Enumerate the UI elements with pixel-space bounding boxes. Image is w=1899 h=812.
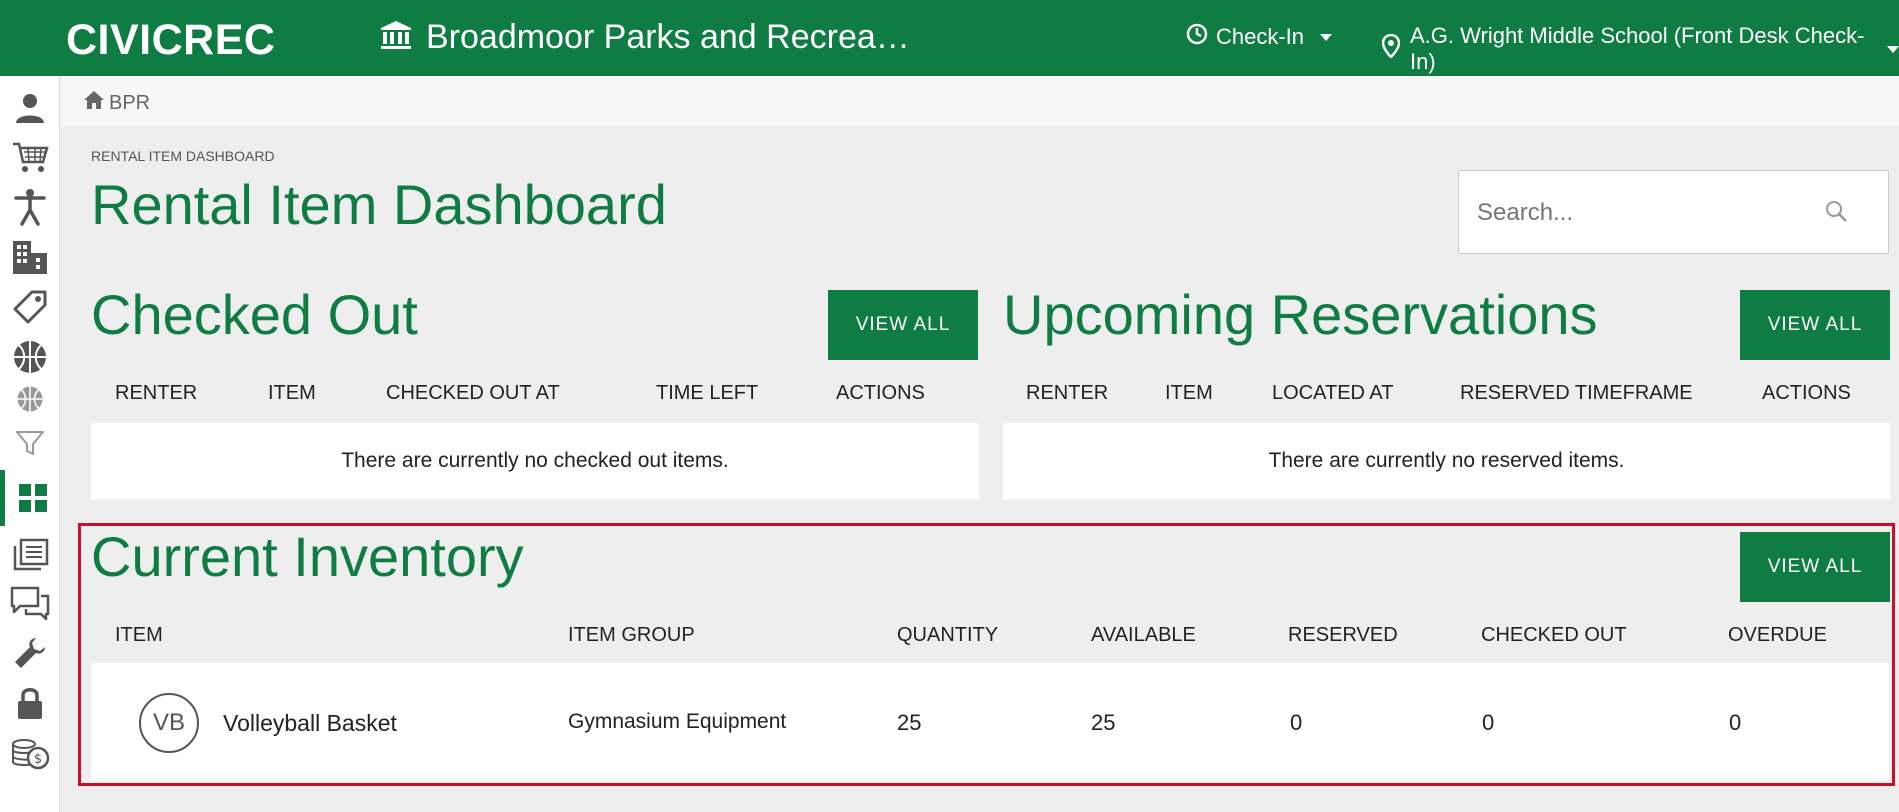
breadcrumb-bar: BPR	[61, 76, 1899, 126]
location-dropdown[interactable]: A.G. Wright Middle School (Front Desk Ch…	[1381, 23, 1899, 75]
sidebar-item-cart[interactable]	[0, 134, 60, 180]
svg-text:$: $	[34, 752, 42, 767]
column-header: ACTIONS	[1762, 382, 1851, 404]
column-header: CHECKED OUT	[1481, 624, 1627, 646]
column-header: RENTER	[115, 382, 198, 404]
column-header: ACTIONS	[836, 382, 925, 404]
sidebar-item-facilities[interactable]	[0, 234, 60, 280]
upcoming-view-all-button[interactable]: VIEW ALL	[1740, 290, 1890, 360]
checked-out-empty-message: There are currently no checked out items…	[91, 423, 979, 499]
column-header: ITEM	[1165, 382, 1213, 404]
messages-icon	[10, 586, 50, 620]
item-group: Gymnasium Equipment	[568, 710, 787, 733]
page-eyebrow: RENTAL ITEM DASHBOARD	[91, 148, 275, 164]
map-pin-icon	[1381, 33, 1401, 64]
item-available: 25	[1091, 710, 1116, 735]
sidebar-item-filter[interactable]	[0, 420, 60, 466]
checkin-dropdown[interactable]: Check-In	[1186, 23, 1333, 51]
clock-icon	[1186, 23, 1208, 51]
sidebar-item-dashboard[interactable]	[0, 470, 60, 526]
column-header: RESERVED TIMEFRAME	[1460, 382, 1693, 404]
lock-icon	[18, 688, 42, 719]
sidebar: $	[0, 76, 60, 812]
breadcrumb-label: BPR	[109, 91, 151, 114]
item-avatar: VB	[139, 693, 199, 753]
person-icon	[16, 94, 44, 123]
cart-icon	[13, 142, 49, 172]
sidebar-item-sports-secondary[interactable]	[0, 376, 60, 422]
item-quantity: 25	[897, 710, 922, 735]
brand-logo[interactable]: CIVICREC	[66, 16, 275, 65]
item-checked-out: 0	[1482, 710, 1495, 735]
item-reserved: 0	[1290, 710, 1303, 735]
column-header: AVAILABLE	[1091, 624, 1196, 646]
sidebar-item-people[interactable]	[0, 84, 60, 130]
top-bar: CIVICREC Broadmoor Parks and Recrea… Che…	[0, 0, 1899, 76]
home-icon	[83, 90, 105, 116]
column-header: ITEM GROUP	[568, 624, 695, 646]
org-name: Broadmoor Parks and Recrea…	[426, 18, 910, 56]
sidebar-item-finance[interactable]: $	[0, 730, 60, 776]
checked-out-title: Checked Out	[91, 283, 418, 346]
sidebar-item-activities[interactable]	[0, 184, 60, 230]
basketball-small-icon	[17, 386, 43, 412]
column-header: RESERVED	[1288, 624, 1398, 646]
table-row[interactable]: VB Volleyball Basket Gymnasium Equipment…	[91, 663, 1889, 781]
column-header: RENTER	[1026, 382, 1109, 404]
column-header: TIME LEFT	[656, 382, 759, 404]
column-header: LOCATED AT	[1272, 382, 1394, 404]
facilities-icon	[13, 241, 47, 274]
page-title: Rental Item Dashboard	[91, 173, 667, 236]
coins-icon: $	[12, 739, 50, 770]
chevron-down-icon	[1320, 33, 1333, 41]
search-box[interactable]	[1458, 170, 1889, 254]
chevron-down-icon	[1887, 45, 1899, 53]
inventory-view-all-button[interactable]: VIEW ALL	[1740, 532, 1890, 602]
column-header: OVERDUE	[1728, 624, 1827, 646]
breadcrumb[interactable]: BPR	[83, 90, 150, 116]
sidebar-item-settings[interactable]	[0, 630, 60, 676]
item-overdue: 0	[1729, 710, 1742, 735]
org-selector[interactable]: Broadmoor Parks and Recrea…	[380, 18, 910, 57]
upcoming-reservations-title: Upcoming Reservations	[1003, 283, 1598, 346]
column-header: ITEM	[268, 382, 316, 404]
sidebar-item-security[interactable]	[0, 680, 60, 726]
wrench-icon	[15, 638, 45, 668]
documents-icon	[13, 538, 49, 571]
sidebar-item-rentals[interactable]	[0, 284, 60, 330]
tag-icon	[13, 290, 47, 324]
checked-out-view-all-button[interactable]: VIEW ALL	[828, 290, 978, 360]
sidebar-item-messages[interactable]	[0, 580, 60, 626]
current-inventory-title: Current Inventory	[91, 525, 524, 588]
search-input[interactable]	[1477, 193, 1817, 233]
institution-icon	[380, 20, 412, 55]
sidebar-item-sports[interactable]	[0, 334, 60, 380]
activity-icon	[14, 189, 46, 226]
basketball-icon	[14, 341, 46, 373]
search-icon[interactable]	[1824, 199, 1848, 228]
upcoming-empty-message: There are currently no reserved items.	[1003, 423, 1890, 499]
column-header: ITEM	[115, 624, 163, 646]
filter-icon	[16, 431, 44, 455]
location-label: A.G. Wright Middle School (Front Desk Ch…	[1410, 23, 1865, 74]
item-name[interactable]: Volleyball Basket	[223, 710, 397, 737]
sidebar-item-documents[interactable]	[0, 532, 60, 578]
dashboard-icon	[18, 484, 47, 512]
checkin-label: Check-In	[1216, 24, 1305, 49]
column-header: QUANTITY	[897, 624, 999, 646]
column-header: CHECKED OUT AT	[386, 382, 560, 404]
